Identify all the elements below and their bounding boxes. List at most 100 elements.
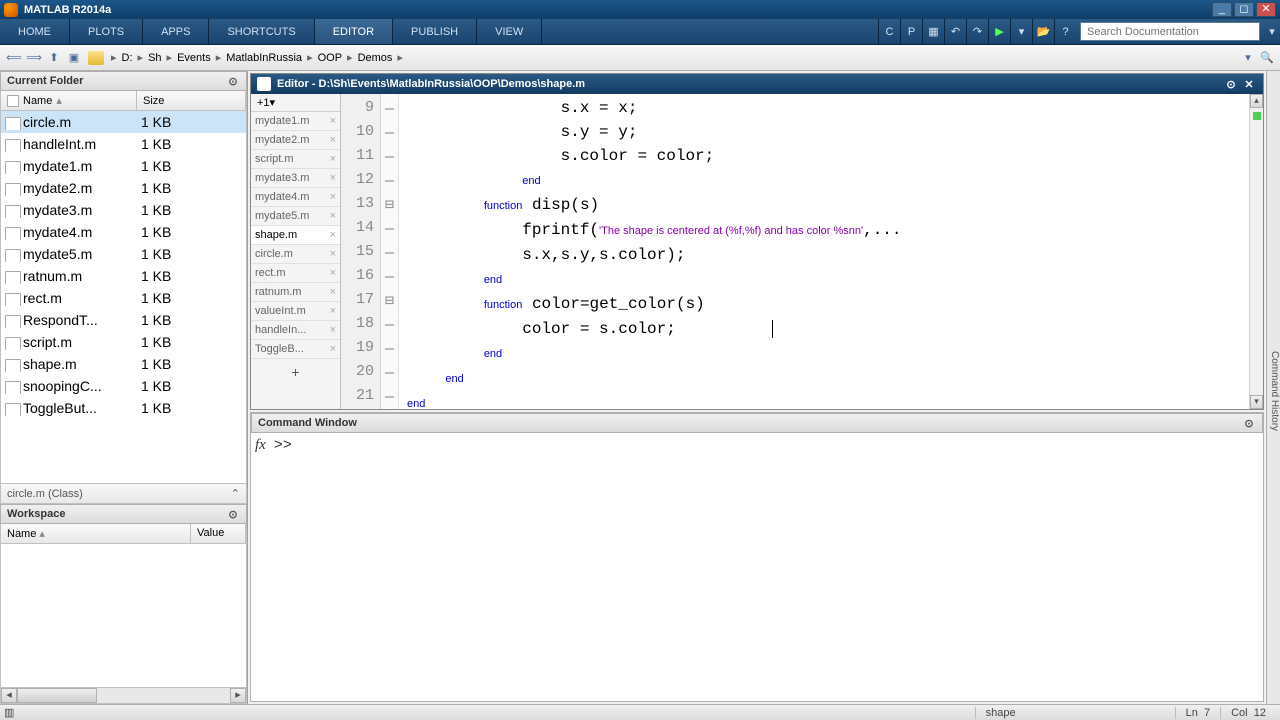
minimize-button[interactable]: _ (1212, 2, 1232, 17)
scroll-up[interactable]: ▴ (1250, 94, 1263, 108)
up-button[interactable]: ⬆ (44, 49, 64, 67)
restore-button[interactable]: ◻ (1234, 2, 1254, 17)
tab-close-icon[interactable]: × (330, 305, 336, 317)
workspace-menu[interactable]: ⊙ (226, 508, 240, 521)
editor-tab[interactable]: rect.m× (251, 264, 340, 283)
tab-close-icon[interactable]: × (330, 286, 336, 298)
new-tab-button[interactable]: + (251, 359, 340, 385)
file-list[interactable]: circle.m1 KBhandleInt.m1 KBmydate1.m1 KB… (0, 111, 247, 484)
code-text[interactable]: s.x = x; s.y = y; s.color = color; end f… (399, 94, 1249, 409)
editor-tab[interactable]: mydate3.m× (251, 169, 340, 188)
help-button[interactable]: ? (1054, 19, 1076, 44)
command-window-menu[interactable]: ⊙ (1242, 417, 1256, 430)
browse-button[interactable]: ▣ (64, 49, 84, 67)
workspace-body[interactable]: ◂ ▸ (0, 544, 247, 704)
editor-tab[interactable]: ratnum.m× (251, 283, 340, 302)
code-area[interactable]: 9 10 11 12 13 14 15 16 17 18 19 20 21 – … (341, 94, 1263, 409)
editor-tab[interactable]: script.m× (251, 150, 340, 169)
file-row[interactable]: script.m1 KB (1, 331, 246, 353)
fold-column[interactable]: – – – – ⊟ – – – ⊟ – – – – (381, 94, 399, 409)
file-row[interactable]: mydate5.m1 KB (1, 243, 246, 265)
tab-plus-row[interactable]: +1 ▾ (251, 94, 340, 112)
editor-tab[interactable]: mydate1.m× (251, 112, 340, 131)
paste-button[interactable]: P (900, 19, 922, 44)
toolstrip-tab-shortcuts[interactable]: SHORTCUTS (209, 19, 314, 44)
editor-tab[interactable]: circle.m× (251, 245, 340, 264)
file-row[interactable]: rect.m1 KB (1, 287, 246, 309)
editor-tab[interactable]: valueInt.m× (251, 302, 340, 321)
tab-close-icon[interactable]: × (330, 343, 336, 355)
toolstrip-tab-apps[interactable]: APPS (143, 19, 209, 44)
toolstrip-tab-editor[interactable]: EDITOR (315, 19, 393, 44)
back-button[interactable]: ⟸ (4, 49, 24, 67)
command-window[interactable]: fx >> (251, 433, 1263, 701)
current-folder-menu[interactable]: ⊙ (226, 75, 240, 88)
file-row[interactable]: shape.m1 KB (1, 353, 246, 375)
run-button[interactable]: ▶ (988, 19, 1010, 44)
search-path-button[interactable]: 🔍 (1258, 51, 1276, 64)
toolstrip-tab-plots[interactable]: PLOTS (70, 19, 143, 44)
col-name[interactable]: Name ▴ (1, 91, 137, 110)
tab-close-icon[interactable]: × (330, 229, 336, 241)
run-more-button[interactable]: ▾ (1010, 19, 1032, 44)
tab-close-icon[interactable]: × (330, 248, 336, 260)
scroll-right[interactable]: ▸ (230, 688, 246, 703)
tab-close-icon[interactable]: × (330, 115, 336, 127)
editor-tab[interactable]: mydate2.m× (251, 131, 340, 150)
file-row[interactable]: mydate3.m1 KB (1, 199, 246, 221)
breadcrumb[interactable]: Events (175, 52, 213, 64)
breadcrumb[interactable]: D: (120, 52, 135, 64)
command-history-tab[interactable]: Command History (1266, 71, 1280, 704)
editor-tab[interactable]: handleIn...× (251, 321, 340, 340)
ws-col-value[interactable]: Value (191, 524, 246, 543)
code-minimap[interactable]: ▴ ▾ (1249, 94, 1263, 409)
file-row[interactable]: snoopingC...1 KB (1, 375, 246, 397)
toolstrip-tab-view[interactable]: VIEW (477, 19, 542, 44)
editor-tab[interactable]: ToggleB...× (251, 340, 340, 359)
path-dropdown[interactable]: ▾ (1238, 49, 1258, 67)
editor-tab[interactable]: shape.m× (251, 226, 340, 245)
file-row[interactable]: ratnum.m1 KB (1, 265, 246, 287)
editor-tab[interactable]: mydate5.m× (251, 207, 340, 226)
fx-icon[interactable]: fx (255, 437, 266, 697)
tab-close-icon[interactable]: × (330, 324, 336, 336)
search-input[interactable] (1080, 22, 1260, 41)
file-row[interactable]: handleInt.m1 KB (1, 133, 246, 155)
toolstrip-tab-publish[interactable]: PUBLISH (393, 19, 477, 44)
editor-close-button[interactable]: ✕ (1241, 78, 1257, 91)
close-button[interactable]: ✕ (1256, 2, 1276, 17)
tab-close-icon[interactable]: × (330, 267, 336, 279)
scroll-left[interactable]: ◂ (1, 688, 17, 703)
redo-button[interactable]: ↷ (966, 19, 988, 44)
file-row[interactable]: ToggleBut...1 KB (1, 397, 246, 419)
undo-button[interactable]: ↶ (944, 19, 966, 44)
breadcrumb[interactable]: OOP (316, 52, 344, 64)
toolstrip-tab-home[interactable]: HOME (0, 19, 70, 44)
grid-button[interactable]: ▦ (922, 19, 944, 44)
editor-tab[interactable]: mydate4.m× (251, 188, 340, 207)
expand-toolstrip-button[interactable]: ▾ (1264, 19, 1280, 44)
tab-close-icon[interactable]: × (330, 153, 336, 165)
editor-dock-button[interactable]: ⊙ (1223, 78, 1239, 91)
breadcrumb[interactable]: Demos (356, 52, 395, 64)
scroll-down[interactable]: ▾ (1250, 395, 1263, 409)
tab-close-icon[interactable]: × (330, 210, 336, 222)
tab-close-icon[interactable]: × (330, 191, 336, 203)
file-row[interactable]: mydate2.m1 KB (1, 177, 246, 199)
ws-col-name[interactable]: Name ▴ (1, 524, 191, 543)
forward-button[interactable]: ⟹ (24, 49, 44, 67)
scroll-thumb[interactable] (17, 688, 97, 703)
file-row[interactable]: RespondT...1 KB (1, 309, 246, 331)
file-row[interactable]: mydate1.m1 KB (1, 155, 246, 177)
breadcrumb[interactable]: MatlabInRussia (224, 52, 304, 64)
file-row[interactable]: mydate4.m1 KB (1, 221, 246, 243)
tab-close-icon[interactable]: × (330, 172, 336, 184)
detail-expand[interactable]: ⌃ (231, 487, 240, 500)
col-size[interactable]: Size (137, 91, 246, 110)
tab-close-icon[interactable]: × (330, 134, 336, 146)
open-folder-button[interactable]: 📂 (1032, 19, 1054, 44)
breadcrumb[interactable]: Sh (146, 52, 163, 64)
file-row[interactable]: circle.m1 KB (1, 111, 246, 133)
workspace-scrollbar[interactable]: ◂ ▸ (1, 687, 246, 703)
copy-button[interactable]: C (878, 19, 900, 44)
